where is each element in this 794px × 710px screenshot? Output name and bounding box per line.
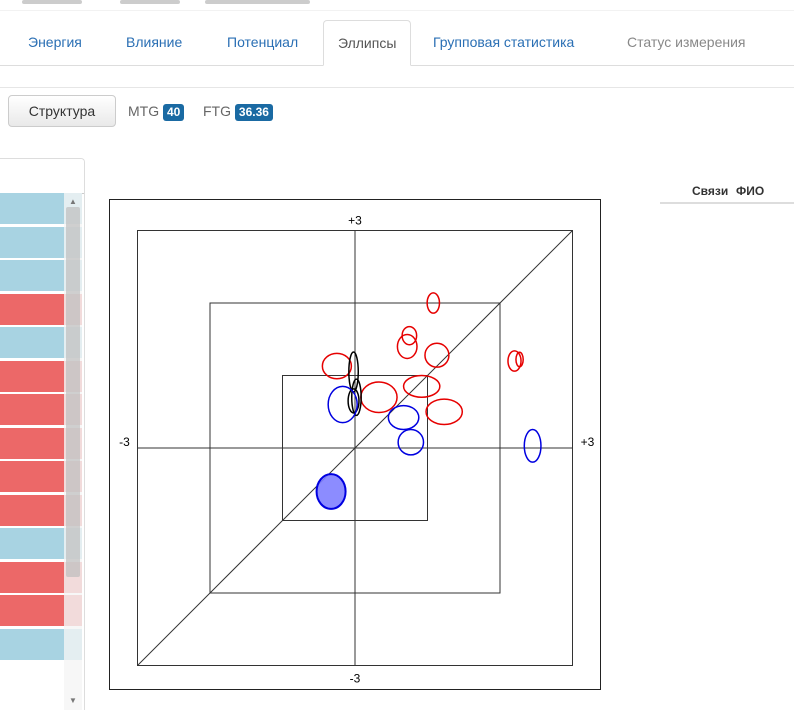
table-row[interactable] <box>0 561 82 594</box>
ellipse-blue <box>397 428 425 456</box>
tab-measurement-status[interactable]: Статус измерения <box>613 20 760 64</box>
mtg-label: MTG <box>128 103 160 119</box>
scrollbar-thumb[interactable] <box>66 207 80 577</box>
ellipse-chart-svg: +3 -3 -3 +3 <box>119 214 595 686</box>
axis-label-left: -3 <box>119 435 130 449</box>
tab-energy[interactable]: Энергия <box>14 20 96 64</box>
table-row[interactable] <box>0 293 82 326</box>
table-row[interactable] <box>0 226 82 259</box>
ellipse-red <box>425 398 464 426</box>
column-header-links[interactable]: Связи <box>692 184 728 198</box>
toolbar-divider <box>0 87 794 88</box>
ellipse-blue <box>523 428 542 463</box>
participants-table-panel: ▲ ▼ <box>0 158 85 710</box>
tab-potential[interactable]: Потенциал <box>213 20 312 64</box>
ellipse-red <box>321 352 353 380</box>
ellipse-red <box>507 350 522 372</box>
ellipse-red <box>424 342 450 368</box>
mtg-metric: MTG 40 <box>128 103 185 121</box>
axis-label-right: +3 <box>581 435 595 449</box>
table-row[interactable] <box>0 628 82 661</box>
ellipse-red <box>360 381 398 414</box>
table-row[interactable] <box>0 360 82 393</box>
scroll-down-arrow-icon[interactable]: ▼ <box>64 694 82 708</box>
table-row[interactable] <box>0 528 82 560</box>
tab-ellipses[interactable]: Эллипсы <box>323 20 412 66</box>
table-scrollbar[interactable]: ▲ ▼ <box>64 193 82 710</box>
table-row[interactable] <box>0 394 82 426</box>
table-row[interactable] <box>0 494 82 527</box>
ftg-badge: 36.36 <box>234 104 273 121</box>
table-row[interactable] <box>0 461 82 493</box>
cut-off-text <box>120 0 180 4</box>
table-row[interactable] <box>0 260 82 292</box>
links-table-header: Связи ФИО <box>660 182 794 204</box>
tab-group-statistics[interactable]: Групповая статистика <box>419 20 588 64</box>
table-row[interactable] <box>0 327 82 359</box>
axis-label-top: +3 <box>348 214 362 228</box>
structure-button[interactable]: Структура <box>8 95 116 127</box>
table-row[interactable] <box>0 595 82 627</box>
ellipse-blue <box>315 473 347 510</box>
ellipse-blue <box>387 404 420 431</box>
ellipse-red <box>396 333 418 360</box>
ftg-label: FTG <box>203 103 231 119</box>
tab-bar: Энергия Влияние Потенциал Эллипсы Группо… <box>0 20 794 66</box>
table-row[interactable] <box>0 193 82 225</box>
table-header <box>0 159 84 194</box>
tab-influence[interactable]: Влияние <box>112 20 196 64</box>
table-row[interactable] <box>0 427 82 460</box>
column-header-name[interactable]: ФИО <box>736 184 764 198</box>
ftg-metric: FTG 36.36 <box>203 103 273 121</box>
ellipse-chart: +3 -3 -3 +3 <box>109 199 601 690</box>
axis-label-bottom: -3 <box>350 672 361 686</box>
cut-off-text <box>22 0 82 4</box>
mtg-badge: 40 <box>163 104 185 121</box>
window-top-edge <box>0 0 794 11</box>
cut-off-text <box>205 0 310 4</box>
ellipse-red <box>402 374 441 398</box>
